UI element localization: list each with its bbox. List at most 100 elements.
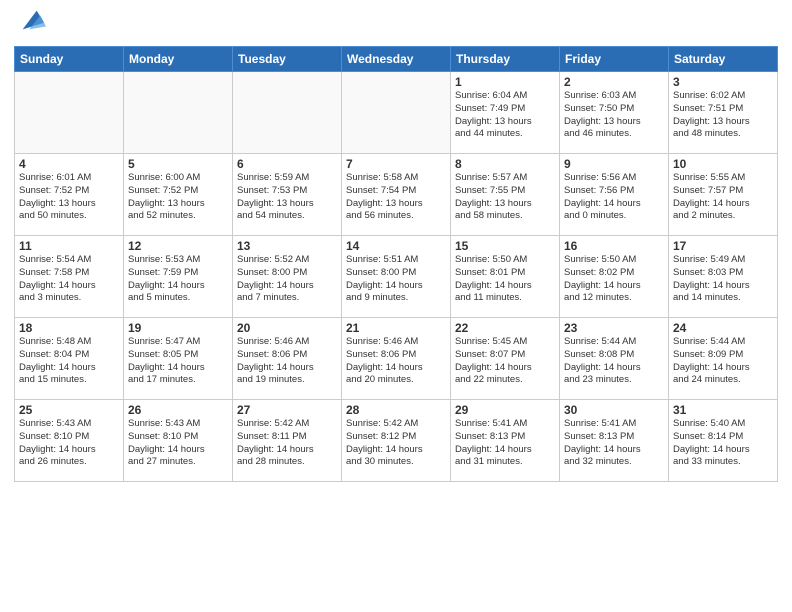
day-number: 29 bbox=[455, 403, 555, 417]
day-cell: 31Sunrise: 5:40 AM Sunset: 8:14 PM Dayli… bbox=[669, 400, 778, 482]
header bbox=[14, 10, 778, 38]
day-info: Sunrise: 5:56 AM Sunset: 7:56 PM Dayligh… bbox=[564, 172, 664, 223]
day-number: 21 bbox=[346, 321, 446, 335]
day-info: Sunrise: 5:42 AM Sunset: 8:11 PM Dayligh… bbox=[237, 418, 337, 469]
logo-icon bbox=[18, 6, 46, 34]
weekday-header-friday: Friday bbox=[560, 47, 669, 72]
day-info: Sunrise: 5:48 AM Sunset: 8:04 PM Dayligh… bbox=[19, 336, 119, 387]
day-cell: 17Sunrise: 5:49 AM Sunset: 8:03 PM Dayli… bbox=[669, 236, 778, 318]
day-cell: 30Sunrise: 5:41 AM Sunset: 8:13 PM Dayli… bbox=[560, 400, 669, 482]
day-info: Sunrise: 5:41 AM Sunset: 8:13 PM Dayligh… bbox=[455, 418, 555, 469]
day-number: 24 bbox=[673, 321, 773, 335]
day-number: 18 bbox=[19, 321, 119, 335]
day-info: Sunrise: 5:49 AM Sunset: 8:03 PM Dayligh… bbox=[673, 254, 773, 305]
day-number: 3 bbox=[673, 75, 773, 89]
day-info: Sunrise: 6:02 AM Sunset: 7:51 PM Dayligh… bbox=[673, 90, 773, 141]
day-info: Sunrise: 5:55 AM Sunset: 7:57 PM Dayligh… bbox=[673, 172, 773, 223]
day-info: Sunrise: 5:44 AM Sunset: 8:08 PM Dayligh… bbox=[564, 336, 664, 387]
day-number: 6 bbox=[237, 157, 337, 171]
day-cell: 3Sunrise: 6:02 AM Sunset: 7:51 PM Daylig… bbox=[669, 72, 778, 154]
day-number: 26 bbox=[128, 403, 228, 417]
week-row-4: 18Sunrise: 5:48 AM Sunset: 8:04 PM Dayli… bbox=[15, 318, 778, 400]
day-info: Sunrise: 6:01 AM Sunset: 7:52 PM Dayligh… bbox=[19, 172, 119, 223]
day-cell: 11Sunrise: 5:54 AM Sunset: 7:58 PM Dayli… bbox=[15, 236, 124, 318]
day-info: Sunrise: 5:52 AM Sunset: 8:00 PM Dayligh… bbox=[237, 254, 337, 305]
day-number: 28 bbox=[346, 403, 446, 417]
week-row-1: 1Sunrise: 6:04 AM Sunset: 7:49 PM Daylig… bbox=[15, 72, 778, 154]
day-number: 2 bbox=[564, 75, 664, 89]
day-number: 23 bbox=[564, 321, 664, 335]
day-cell bbox=[124, 72, 233, 154]
week-row-5: 25Sunrise: 5:43 AM Sunset: 8:10 PM Dayli… bbox=[15, 400, 778, 482]
day-number: 20 bbox=[237, 321, 337, 335]
weekday-header-monday: Monday bbox=[124, 47, 233, 72]
calendar: SundayMondayTuesdayWednesdayThursdayFrid… bbox=[14, 46, 778, 482]
day-number: 25 bbox=[19, 403, 119, 417]
weekday-header-row: SundayMondayTuesdayWednesdayThursdayFrid… bbox=[15, 47, 778, 72]
weekday-header-tuesday: Tuesday bbox=[233, 47, 342, 72]
day-info: Sunrise: 5:43 AM Sunset: 8:10 PM Dayligh… bbox=[19, 418, 119, 469]
day-cell bbox=[233, 72, 342, 154]
day-number: 31 bbox=[673, 403, 773, 417]
day-number: 4 bbox=[19, 157, 119, 171]
day-cell: 6Sunrise: 5:59 AM Sunset: 7:53 PM Daylig… bbox=[233, 154, 342, 236]
day-number: 13 bbox=[237, 239, 337, 253]
day-cell: 25Sunrise: 5:43 AM Sunset: 8:10 PM Dayli… bbox=[15, 400, 124, 482]
day-cell: 19Sunrise: 5:47 AM Sunset: 8:05 PM Dayli… bbox=[124, 318, 233, 400]
day-info: Sunrise: 6:04 AM Sunset: 7:49 PM Dayligh… bbox=[455, 90, 555, 141]
day-cell: 18Sunrise: 5:48 AM Sunset: 8:04 PM Dayli… bbox=[15, 318, 124, 400]
day-cell: 2Sunrise: 6:03 AM Sunset: 7:50 PM Daylig… bbox=[560, 72, 669, 154]
week-row-2: 4Sunrise: 6:01 AM Sunset: 7:52 PM Daylig… bbox=[15, 154, 778, 236]
day-cell: 20Sunrise: 5:46 AM Sunset: 8:06 PM Dayli… bbox=[233, 318, 342, 400]
day-number: 9 bbox=[564, 157, 664, 171]
day-info: Sunrise: 5:42 AM Sunset: 8:12 PM Dayligh… bbox=[346, 418, 446, 469]
day-info: Sunrise: 5:51 AM Sunset: 8:00 PM Dayligh… bbox=[346, 254, 446, 305]
day-cell bbox=[342, 72, 451, 154]
day-info: Sunrise: 5:41 AM Sunset: 8:13 PM Dayligh… bbox=[564, 418, 664, 469]
day-info: Sunrise: 5:46 AM Sunset: 8:06 PM Dayligh… bbox=[237, 336, 337, 387]
day-info: Sunrise: 5:43 AM Sunset: 8:10 PM Dayligh… bbox=[128, 418, 228, 469]
day-info: Sunrise: 5:44 AM Sunset: 8:09 PM Dayligh… bbox=[673, 336, 773, 387]
day-cell: 7Sunrise: 5:58 AM Sunset: 7:54 PM Daylig… bbox=[342, 154, 451, 236]
page: SundayMondayTuesdayWednesdayThursdayFrid… bbox=[0, 0, 792, 612]
day-cell: 1Sunrise: 6:04 AM Sunset: 7:49 PM Daylig… bbox=[451, 72, 560, 154]
day-info: Sunrise: 5:45 AM Sunset: 8:07 PM Dayligh… bbox=[455, 336, 555, 387]
day-number: 8 bbox=[455, 157, 555, 171]
weekday-header-wednesday: Wednesday bbox=[342, 47, 451, 72]
day-cell: 4Sunrise: 6:01 AM Sunset: 7:52 PM Daylig… bbox=[15, 154, 124, 236]
day-info: Sunrise: 6:00 AM Sunset: 7:52 PM Dayligh… bbox=[128, 172, 228, 223]
day-number: 10 bbox=[673, 157, 773, 171]
logo bbox=[14, 10, 46, 38]
day-cell: 21Sunrise: 5:46 AM Sunset: 8:06 PM Dayli… bbox=[342, 318, 451, 400]
day-cell: 8Sunrise: 5:57 AM Sunset: 7:55 PM Daylig… bbox=[451, 154, 560, 236]
day-cell: 10Sunrise: 5:55 AM Sunset: 7:57 PM Dayli… bbox=[669, 154, 778, 236]
day-info: Sunrise: 5:53 AM Sunset: 7:59 PM Dayligh… bbox=[128, 254, 228, 305]
day-info: Sunrise: 5:57 AM Sunset: 7:55 PM Dayligh… bbox=[455, 172, 555, 223]
weekday-header-saturday: Saturday bbox=[669, 47, 778, 72]
day-cell: 29Sunrise: 5:41 AM Sunset: 8:13 PM Dayli… bbox=[451, 400, 560, 482]
day-number: 30 bbox=[564, 403, 664, 417]
day-info: Sunrise: 5:54 AM Sunset: 7:58 PM Dayligh… bbox=[19, 254, 119, 305]
day-number: 7 bbox=[346, 157, 446, 171]
day-info: Sunrise: 5:47 AM Sunset: 8:05 PM Dayligh… bbox=[128, 336, 228, 387]
day-info: Sunrise: 5:50 AM Sunset: 8:01 PM Dayligh… bbox=[455, 254, 555, 305]
day-number: 1 bbox=[455, 75, 555, 89]
day-cell: 14Sunrise: 5:51 AM Sunset: 8:00 PM Dayli… bbox=[342, 236, 451, 318]
day-info: Sunrise: 5:59 AM Sunset: 7:53 PM Dayligh… bbox=[237, 172, 337, 223]
day-info: Sunrise: 5:58 AM Sunset: 7:54 PM Dayligh… bbox=[346, 172, 446, 223]
day-cell: 28Sunrise: 5:42 AM Sunset: 8:12 PM Dayli… bbox=[342, 400, 451, 482]
week-row-3: 11Sunrise: 5:54 AM Sunset: 7:58 PM Dayli… bbox=[15, 236, 778, 318]
day-cell: 23Sunrise: 5:44 AM Sunset: 8:08 PM Dayli… bbox=[560, 318, 669, 400]
day-info: Sunrise: 5:40 AM Sunset: 8:14 PM Dayligh… bbox=[673, 418, 773, 469]
day-cell: 13Sunrise: 5:52 AM Sunset: 8:00 PM Dayli… bbox=[233, 236, 342, 318]
day-cell: 12Sunrise: 5:53 AM Sunset: 7:59 PM Dayli… bbox=[124, 236, 233, 318]
day-cell: 24Sunrise: 5:44 AM Sunset: 8:09 PM Dayli… bbox=[669, 318, 778, 400]
day-cell: 5Sunrise: 6:00 AM Sunset: 7:52 PM Daylig… bbox=[124, 154, 233, 236]
day-cell: 26Sunrise: 5:43 AM Sunset: 8:10 PM Dayli… bbox=[124, 400, 233, 482]
day-number: 5 bbox=[128, 157, 228, 171]
weekday-header-sunday: Sunday bbox=[15, 47, 124, 72]
day-cell: 15Sunrise: 5:50 AM Sunset: 8:01 PM Dayli… bbox=[451, 236, 560, 318]
day-number: 15 bbox=[455, 239, 555, 253]
day-info: Sunrise: 5:46 AM Sunset: 8:06 PM Dayligh… bbox=[346, 336, 446, 387]
day-cell: 22Sunrise: 5:45 AM Sunset: 8:07 PM Dayli… bbox=[451, 318, 560, 400]
